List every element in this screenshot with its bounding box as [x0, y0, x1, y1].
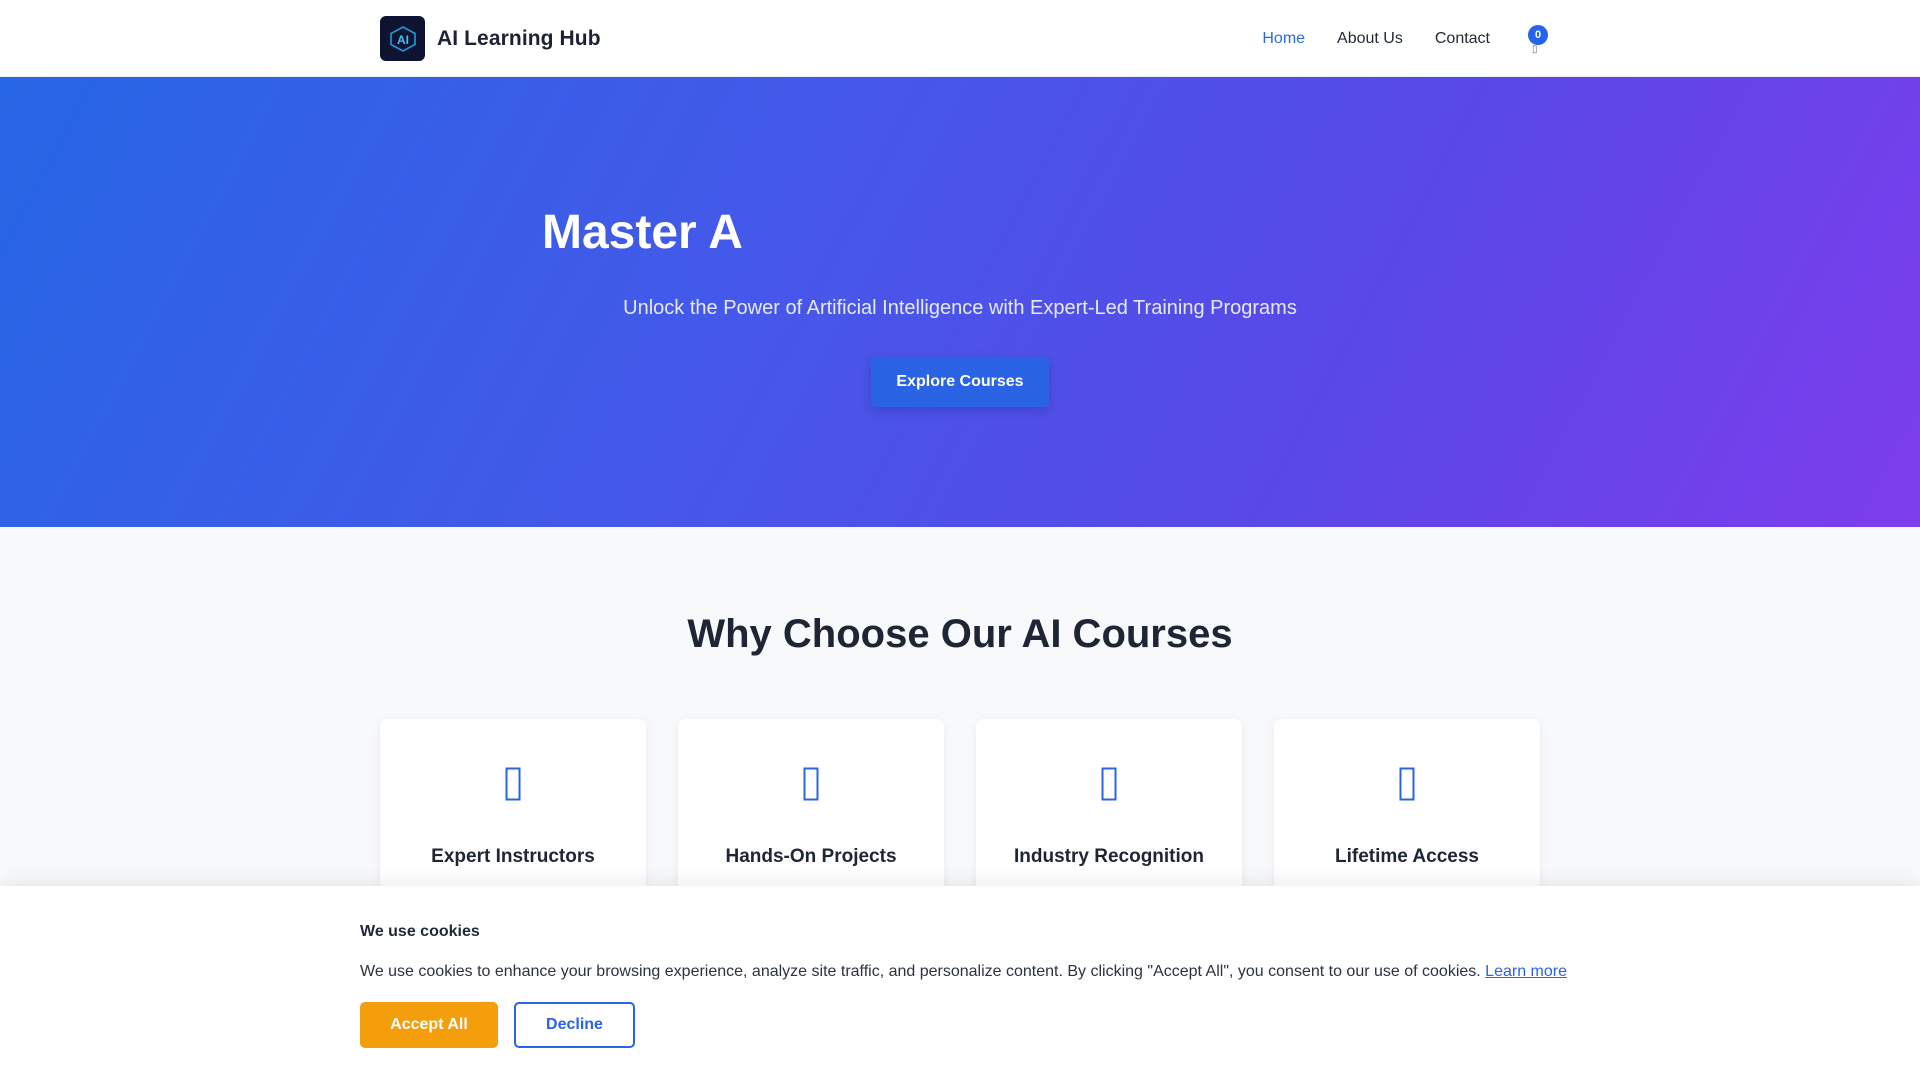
cookie-banner: We use cookies We use cookies to enhance…	[0, 886, 1920, 1080]
nav-home[interactable]: Home	[1262, 30, 1305, 48]
main-nav: Home About Us Contact 0 ▯	[1262, 0, 1548, 77]
logo-text: AI	[397, 33, 409, 47]
cookie-message: We use cookies to enhance your browsing …	[360, 963, 1600, 981]
logo-link[interactable]: AI AI Learning Hub	[380, 16, 601, 61]
hero-section: Master A Unlock the Power of Artificial …	[0, 77, 1920, 527]
accept-all-button[interactable]: Accept All	[360, 1002, 498, 1048]
logo-icon: AI	[380, 16, 425, 61]
cart-icon: ▯	[1532, 43, 1538, 55]
feature-title: Lifetime Access	[1335, 846, 1479, 867]
feature-title: Industry Recognition	[1014, 846, 1204, 867]
cookie-text: We use cookies to enhance your browsing …	[360, 963, 1481, 980]
hero-subtitle: Unlock the Power of Artificial Intellige…	[623, 297, 1297, 319]
recognition-icon	[976, 767, 1242, 801]
feature-title: Hands-On Projects	[725, 846, 897, 867]
hero-title: Master A	[542, 206, 743, 259]
explore-courses-button[interactable]: Explore Courses	[871, 357, 1049, 407]
projects-icon	[678, 767, 944, 801]
instructor-icon	[380, 767, 646, 801]
cart-count-badge: 0	[1528, 24, 1548, 45]
cart-button[interactable]: 0 ▯	[1522, 24, 1548, 55]
feature-title: Expert Instructors	[431, 846, 595, 867]
site-header: AI AI Learning Hub Home About Us Contact…	[0, 0, 1920, 77]
nav-contact[interactable]: Contact	[1435, 30, 1490, 48]
brand-name: AI Learning Hub	[437, 26, 601, 50]
learn-more-link[interactable]: Learn more	[1485, 963, 1567, 980]
decline-button[interactable]: Decline	[514, 1002, 635, 1048]
access-icon	[1274, 767, 1540, 801]
nav-about-us[interactable]: About Us	[1337, 30, 1403, 48]
features-title: Why Choose Our AI Courses	[687, 612, 1233, 656]
cookie-title: We use cookies	[360, 923, 480, 940]
